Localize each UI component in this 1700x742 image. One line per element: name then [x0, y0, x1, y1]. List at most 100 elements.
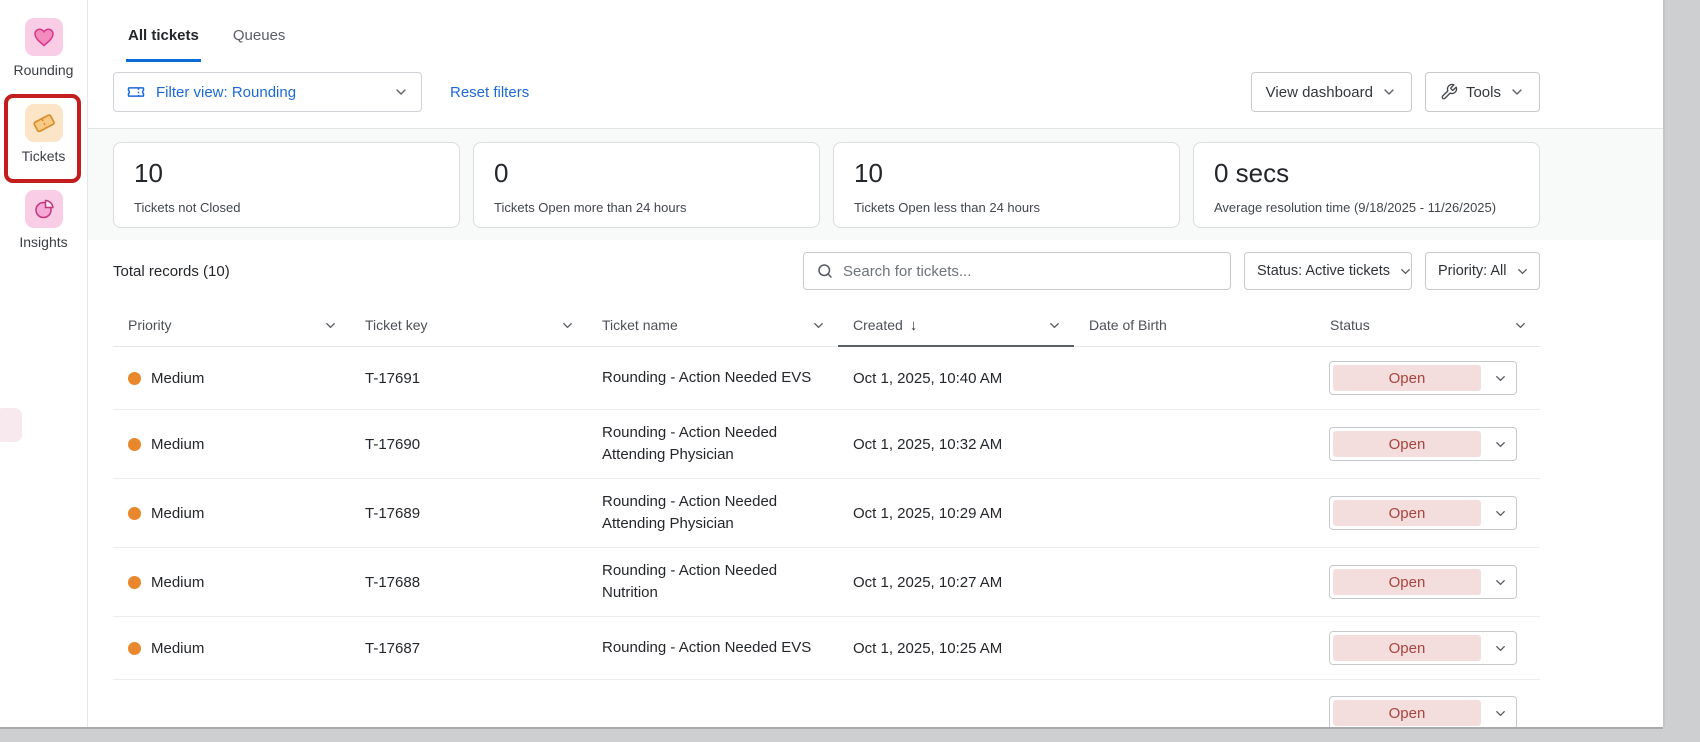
- stat-card-open-less-24h: 10 Tickets Open less than 24 hours: [833, 142, 1180, 228]
- pie-chart-icon: [25, 190, 63, 228]
- status-dropdown[interactable]: Open: [1329, 631, 1517, 665]
- sidebar-item-rounding[interactable]: Rounding: [0, 18, 87, 78]
- view-dashboard-button[interactable]: View dashboard: [1251, 72, 1412, 112]
- stat-card-not-closed: 10 Tickets not Closed: [113, 142, 460, 228]
- created-cell: Oct 1, 2025, 10:27 AM: [838, 562, 1074, 603]
- chevron-down-icon[interactable]: [1484, 371, 1516, 386]
- header-actions: View dashboard Tools: [1251, 72, 1540, 112]
- stat-label: Tickets not Closed: [134, 200, 439, 215]
- status-dropdown[interactable]: Open: [1329, 565, 1517, 599]
- status-badge: Open: [1333, 365, 1481, 391]
- priority-cell: Medium: [113, 424, 350, 465]
- status-badge: Open: [1333, 431, 1481, 457]
- chevron-down-icon[interactable]: [811, 318, 826, 333]
- stat-label: Tickets Open less than 24 hours: [854, 200, 1159, 215]
- table-row[interactable]: Medium T-17690 Rounding - Action Needed …: [113, 410, 1540, 479]
- status-cell: Open: [1315, 427, 1540, 461]
- stat-label: Tickets Open more than 24 hours: [494, 200, 799, 215]
- column-header-priority[interactable]: Priority: [113, 304, 350, 346]
- sidebar: Rounding Tickets Insights: [0, 0, 88, 727]
- priority-label: Medium: [151, 505, 204, 522]
- column-label: Ticket key: [365, 317, 428, 333]
- table-controls: Total records (10) Status: Active ticket…: [113, 252, 1540, 290]
- table-row-partial[interactable]: Open: [113, 680, 1540, 727]
- table-row[interactable]: Medium T-17689 Rounding - Action Needed …: [113, 479, 1540, 548]
- stats-row: 10 Tickets not Closed 0 Tickets Open mor…: [88, 129, 1663, 240]
- table-row[interactable]: Medium T-17687 Rounding - Action Needed …: [113, 617, 1540, 680]
- search-icon: [816, 262, 834, 280]
- priority-label: Medium: [151, 436, 204, 453]
- main-area: All tickets Queues Filter view: Rounding…: [88, 0, 1663, 727]
- chevron-down-icon[interactable]: [323, 318, 338, 333]
- tools-button[interactable]: Tools: [1425, 72, 1540, 112]
- priority-label: Medium: [151, 574, 204, 591]
- priority-label: Medium: [151, 370, 204, 387]
- total-records-label: Total records (10): [113, 263, 230, 280]
- tab-all-tickets[interactable]: All tickets: [126, 9, 201, 62]
- status-filter-label: Status: Active tickets: [1257, 263, 1390, 279]
- chevron-down-icon[interactable]: [1484, 437, 1516, 452]
- ticket-key-cell: T-17688: [350, 562, 587, 603]
- date-of-birth-cell: [1074, 501, 1315, 525]
- column-header-date-of-birth[interactable]: Date of Birth: [1074, 304, 1315, 346]
- stat-card-open-more-24h: 0 Tickets Open more than 24 hours: [473, 142, 820, 228]
- empty-cell: [350, 696, 587, 720]
- table-row[interactable]: Medium T-17691 Rounding - Action Needed …: [113, 347, 1540, 410]
- column-label: Created: [853, 317, 903, 333]
- chevron-down-icon: [1509, 84, 1525, 100]
- status-dropdown[interactable]: Open: [1329, 696, 1517, 727]
- ticket-key-cell: T-17691: [350, 358, 587, 399]
- chevron-down-icon[interactable]: [1484, 506, 1516, 521]
- partial-floating-icon: [0, 408, 22, 442]
- filter-view-dropdown[interactable]: Filter view: Rounding: [113, 72, 422, 112]
- search-box: [803, 252, 1231, 290]
- status-cell: Open: [1315, 631, 1540, 665]
- priority-dot-medium: [128, 372, 141, 385]
- page-header: All tickets Queues Filter view: Rounding…: [88, 0, 1663, 129]
- sidebar-item-insights[interactable]: Insights: [0, 190, 87, 250]
- tab-queues[interactable]: Queues: [231, 9, 288, 62]
- wrench-icon: [1440, 83, 1458, 101]
- chevron-down-icon[interactable]: [1484, 575, 1516, 590]
- sidebar-item-tickets[interactable]: Tickets: [0, 104, 87, 164]
- chevron-down-icon[interactable]: [1047, 318, 1062, 333]
- app-window: Rounding Tickets Insights: [0, 0, 1663, 727]
- column-header-status[interactable]: Status: [1315, 304, 1540, 346]
- column-header-created[interactable]: Created ↓: [838, 304, 1074, 346]
- chevron-down-icon: [1515, 264, 1530, 279]
- stat-value: 10: [854, 158, 1159, 188]
- column-label: Priority: [128, 317, 172, 333]
- chevron-down-icon[interactable]: [1484, 641, 1516, 656]
- reset-filters-link[interactable]: Reset filters: [450, 84, 529, 101]
- heart-icon: [25, 18, 63, 56]
- priority-filter-dropdown[interactable]: Priority: All: [1425, 252, 1540, 290]
- chevron-down-icon[interactable]: [1513, 318, 1528, 333]
- status-filter-dropdown[interactable]: Status: Active tickets: [1244, 252, 1412, 290]
- chevron-down-icon[interactable]: [1484, 706, 1516, 721]
- status-cell: Open: [1315, 361, 1540, 395]
- ticket-outline-icon: [126, 82, 146, 102]
- status-dropdown[interactable]: Open: [1329, 427, 1517, 461]
- sidebar-item-label: Rounding: [14, 62, 74, 78]
- status-dropdown[interactable]: Open: [1329, 361, 1517, 395]
- priority-cell: Medium: [113, 628, 350, 669]
- ticket-name-cell: Rounding - Action Needed Attending Physi…: [587, 479, 838, 547]
- search-input[interactable]: [843, 263, 1218, 280]
- status-dropdown[interactable]: Open: [1329, 496, 1517, 530]
- priority-cell: Medium: [113, 562, 350, 603]
- table-row[interactable]: Medium T-17688 Rounding - Action Needed …: [113, 548, 1540, 617]
- column-header-ticket-key[interactable]: Ticket key: [350, 304, 587, 346]
- stat-card-avg-resolution: 0 secs Average resolution time (9/18/202…: [1193, 142, 1540, 228]
- table-body: Medium T-17691 Rounding - Action Needed …: [113, 347, 1540, 680]
- view-dashboard-label: View dashboard: [1266, 84, 1373, 101]
- filter-bar: Filter view: Rounding Reset filters View…: [88, 62, 1663, 128]
- ticket-key-cell: T-17689: [350, 493, 587, 534]
- empty-cell: [838, 696, 1074, 720]
- column-header-ticket-name[interactable]: Ticket name: [587, 304, 838, 346]
- empty-cell: [587, 696, 838, 720]
- status-cell: Open: [1315, 696, 1540, 727]
- empty-cell: [113, 696, 350, 720]
- chevron-down-icon[interactable]: [560, 318, 575, 333]
- table-filters: Status: Active tickets Priority: All: [803, 252, 1540, 290]
- status-cell: Open: [1315, 496, 1540, 530]
